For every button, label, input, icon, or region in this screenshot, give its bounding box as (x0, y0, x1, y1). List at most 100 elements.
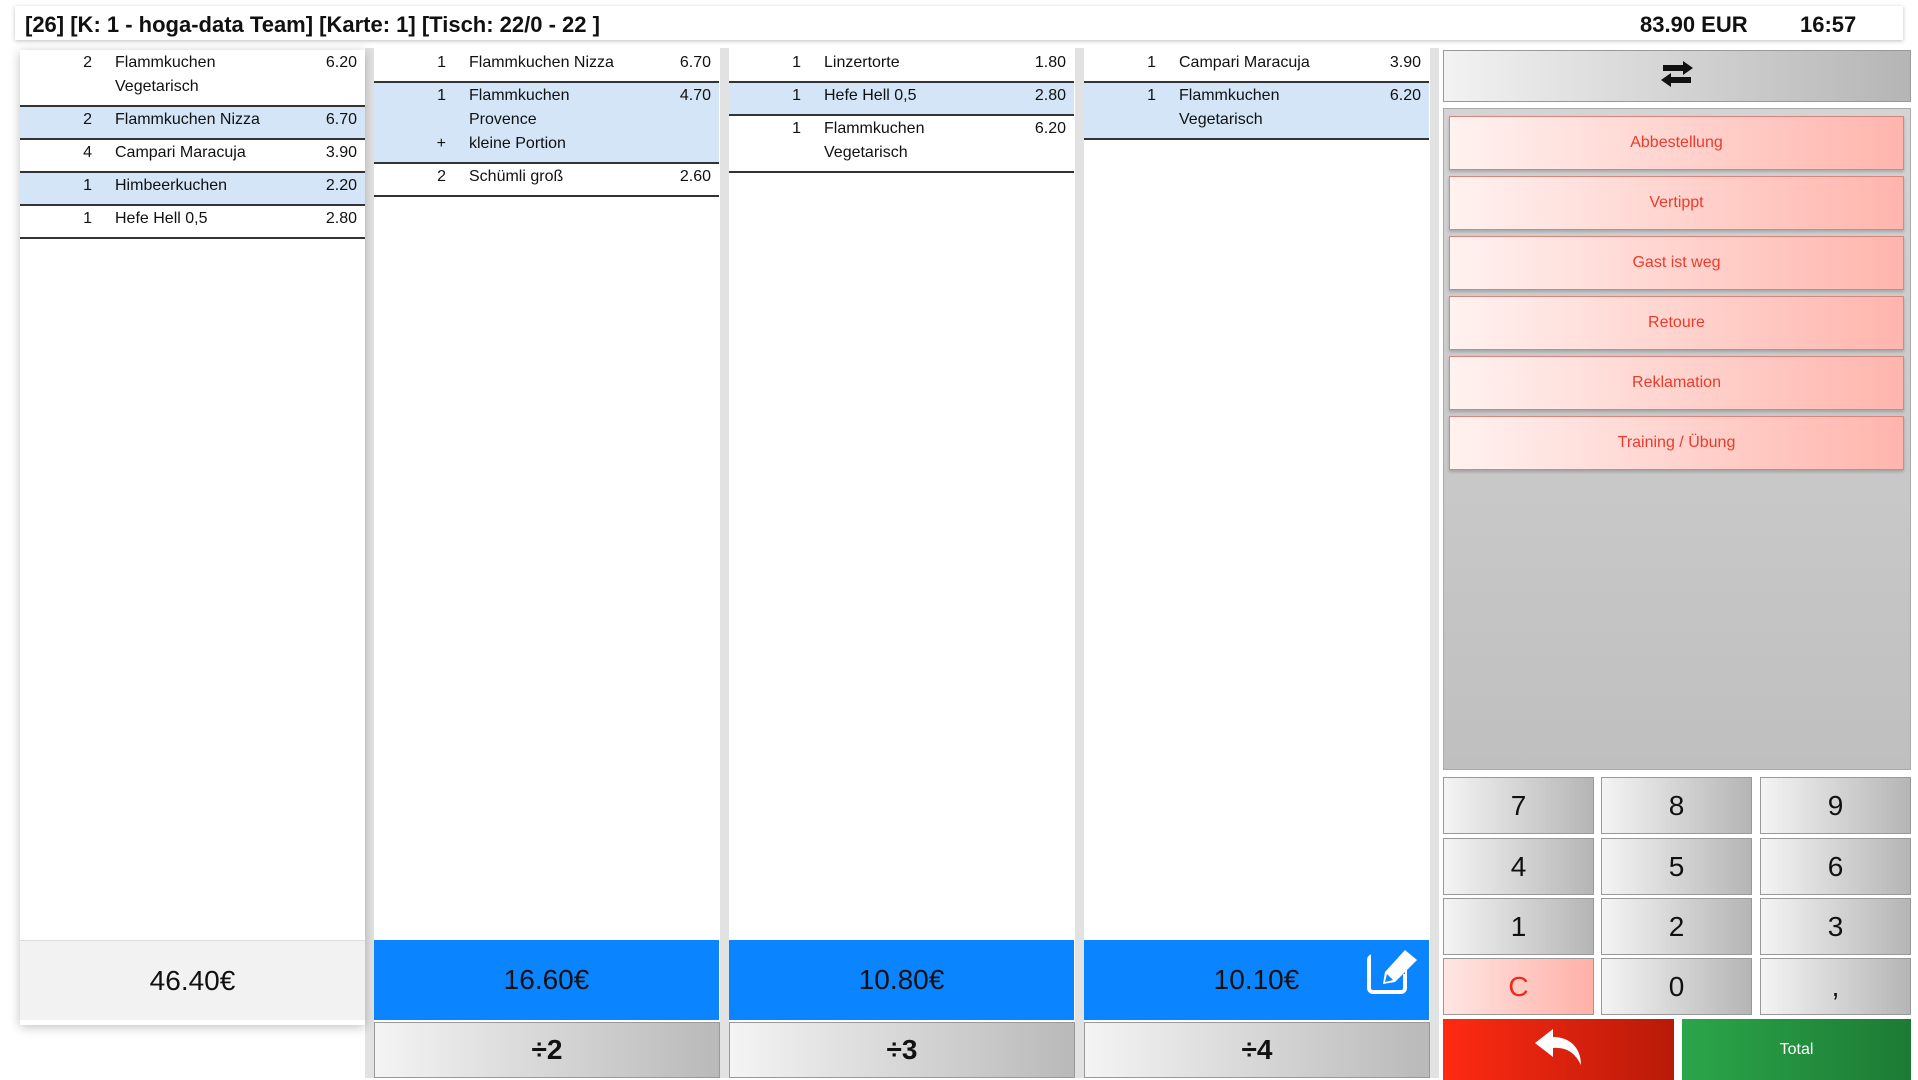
reason-vertippt-button[interactable]: Vertippt (1449, 176, 1904, 230)
reason-training-button[interactable]: Training / Übung (1449, 416, 1904, 470)
order-item-row[interactable]: 1 6.70 Flammkuchen Nizza (374, 50, 719, 83)
order-item-row[interactable]: 1 2.80 Hefe Hell 0,5 (729, 83, 1074, 116)
order-item-row[interactable]: 4 3.90 Campari Maracuja (20, 140, 365, 173)
column-total-amount: 10.80€ (858, 964, 945, 995)
order-item-row[interactable]: 1 6.20 Flammkuchen Vegetarisch (729, 116, 1074, 173)
key-0[interactable]: 0 (1601, 958, 1752, 1015)
item-price: 6.70 (679, 54, 711, 71)
item-line: 2 6.70 Flammkuchen Nizza (20, 111, 365, 135)
key-5[interactable]: 5 (1601, 838, 1752, 895)
key-comma[interactable]: , (1760, 958, 1911, 1015)
column-divider (720, 48, 729, 1078)
column-total[interactable]: 16.60€ (374, 940, 719, 1020)
item-price: 6.70 (325, 111, 357, 128)
item-list: 1 1.80 Linzertorte 1 2.80 Hefe Hell 0,5 1 6.20 F… (729, 50, 1074, 173)
item-line: 2 2.60 Schümli groß (374, 168, 719, 192)
item-list: 1 6.70 Flammkuchen Nizza 1 4.70 Flammkuchen Pr… (374, 50, 719, 197)
item-name: Campari Maracuja (1179, 54, 1310, 71)
item-price: 6.20 (1389, 87, 1421, 104)
item-modifier-line: + kleine Portion (374, 135, 719, 159)
item-line: 1 1.80 Linzertorte (729, 54, 1074, 78)
key-4[interactable]: 4 (1443, 838, 1594, 895)
order-item-row[interactable]: 1 2.20 Himbeerkuchen (20, 173, 365, 206)
edit-icon[interactable] (1365, 946, 1421, 996)
item-name: Vegetarisch (824, 144, 908, 161)
item-list: 1 3.90 Campari Maracuja 1 6.20 Flammkuchen Veg… (1084, 50, 1429, 140)
split-column-2[interactable]: 1 6.70 Flammkuchen Nizza 1 4.70 Flammkuchen Pr… (374, 50, 719, 1020)
key-9[interactable]: 9 (1760, 777, 1911, 834)
item-line: Provence (374, 111, 719, 135)
order-item-row[interactable]: 1 4.70 Flammkuchen Provence + kleine Portion (374, 83, 719, 164)
item-name: Schümli groß (469, 168, 564, 185)
order-item-row[interactable]: 1 2.80 Hefe Hell 0,5 (20, 206, 365, 239)
split-by-3-button[interactable]: ÷3 (729, 1022, 1075, 1078)
key-6[interactable]: 6 (1760, 838, 1911, 895)
total-button[interactable]: Total (1682, 1019, 1911, 1080)
item-price: 3.90 (325, 144, 357, 161)
item-name: Flammkuchen (469, 87, 570, 104)
order-item-row[interactable]: 2 6.70 Flammkuchen Nizza (20, 107, 365, 140)
split-column-1[interactable]: 2 6.20 Flammkuchen Vegetarisch 2 6.70 Flammkuc… (20, 50, 365, 1025)
clear-button[interactable]: C (1443, 958, 1594, 1015)
reason-retoure-button[interactable]: Retoure (1449, 296, 1904, 350)
key-8[interactable]: 8 (1601, 777, 1752, 834)
order-item-row[interactable]: 1 6.20 Flammkuchen Vegetarisch (1084, 83, 1429, 140)
item-quantity: 2 (83, 111, 92, 128)
order-item-row[interactable]: 1 1.80 Linzertorte (729, 50, 1074, 83)
back-button[interactable] (1443, 1019, 1674, 1080)
item-line: 1 2.80 Hefe Hell 0,5 (20, 210, 365, 234)
item-quantity: 1 (437, 87, 446, 104)
split-by-4-button[interactable]: ÷4 (1084, 1022, 1430, 1078)
item-quantity: 1 (792, 120, 801, 137)
item-line: Vegetarisch (20, 78, 365, 102)
undo-arrow-icon (1531, 1025, 1587, 1074)
reason-abbestellung-button[interactable]: Abbestellung (1449, 116, 1904, 170)
reason-reklamation-button[interactable]: Reklamation (1449, 356, 1904, 410)
split-column-4[interactable]: 1 3.90 Campari Maracuja 1 6.20 Flammkuchen Veg… (1084, 50, 1429, 1020)
item-line: 2 6.20 Flammkuchen (20, 54, 365, 78)
column-total-amount: 16.60€ (503, 964, 590, 995)
item-name: Flammkuchen Nizza (115, 111, 260, 128)
item-name: Flammkuchen (115, 54, 216, 71)
column-total-amount: 46.40€ (149, 964, 236, 996)
item-name: Vegetarisch (115, 78, 199, 95)
key-3[interactable]: 3 (1760, 898, 1911, 955)
item-price: 2.60 (679, 168, 711, 185)
split-by-2-button[interactable]: ÷2 (374, 1022, 720, 1078)
item-line: Vegetarisch (729, 144, 1074, 168)
swap-button[interactable] (1443, 50, 1911, 102)
column-divider (1075, 48, 1084, 1078)
item-price: 2.80 (1034, 87, 1066, 104)
order-item-row[interactable]: 1 3.90 Campari Maracuja (1084, 50, 1429, 83)
split-label: ÷4 (1241, 1034, 1273, 1065)
item-line: 1 6.70 Flammkuchen Nizza (374, 54, 719, 78)
item-line: 1 6.20 Flammkuchen (729, 120, 1074, 144)
key-7[interactable]: 7 (1443, 777, 1594, 834)
column-divider (1430, 48, 1439, 1078)
split-column-3[interactable]: 1 1.80 Linzertorte 1 2.80 Hefe Hell 0,5 1 6.20 F… (729, 50, 1074, 1020)
reason-gast-ist-weg-button[interactable]: Gast ist weg (1449, 236, 1904, 290)
item-name: Hefe Hell 0,5 (115, 210, 208, 227)
item-name: Hefe Hell 0,5 (824, 87, 917, 104)
item-quantity: 1 (792, 87, 801, 104)
column-total[interactable]: 10.80€ (729, 940, 1074, 1020)
item-modifier: kleine Portion (469, 135, 566, 152)
key-2[interactable]: 2 (1601, 898, 1752, 955)
split-label: ÷2 (531, 1034, 563, 1065)
item-name: Himbeerkuchen (115, 177, 228, 194)
item-name: Provence (469, 111, 537, 128)
item-line: 1 3.90 Campari Maracuja (1084, 54, 1429, 78)
item-list: 2 6.20 Flammkuchen Vegetarisch 2 6.70 Flammkuc… (20, 50, 365, 239)
key-1[interactable]: 1 (1443, 898, 1594, 955)
order-item-row[interactable]: 2 2.60 Schümli groß (374, 164, 719, 197)
item-price: 6.20 (1034, 120, 1066, 137)
item-name: Linzertorte (824, 54, 900, 71)
order-amount: 83.90 EUR (1640, 12, 1748, 37)
column-total[interactable]: 10.10€ (1084, 940, 1429, 1020)
item-price: 3.90 (1389, 54, 1421, 71)
item-line: 1 2.20 Himbeerkuchen (20, 177, 365, 201)
order-title: [26] [K: 1 - hoga-data Team] [Karte: 1] … (25, 12, 600, 37)
clock-time: 16:57 (1800, 12, 1857, 37)
item-price: 4.70 (679, 87, 711, 104)
order-item-row[interactable]: 2 6.20 Flammkuchen Vegetarisch (20, 50, 365, 107)
